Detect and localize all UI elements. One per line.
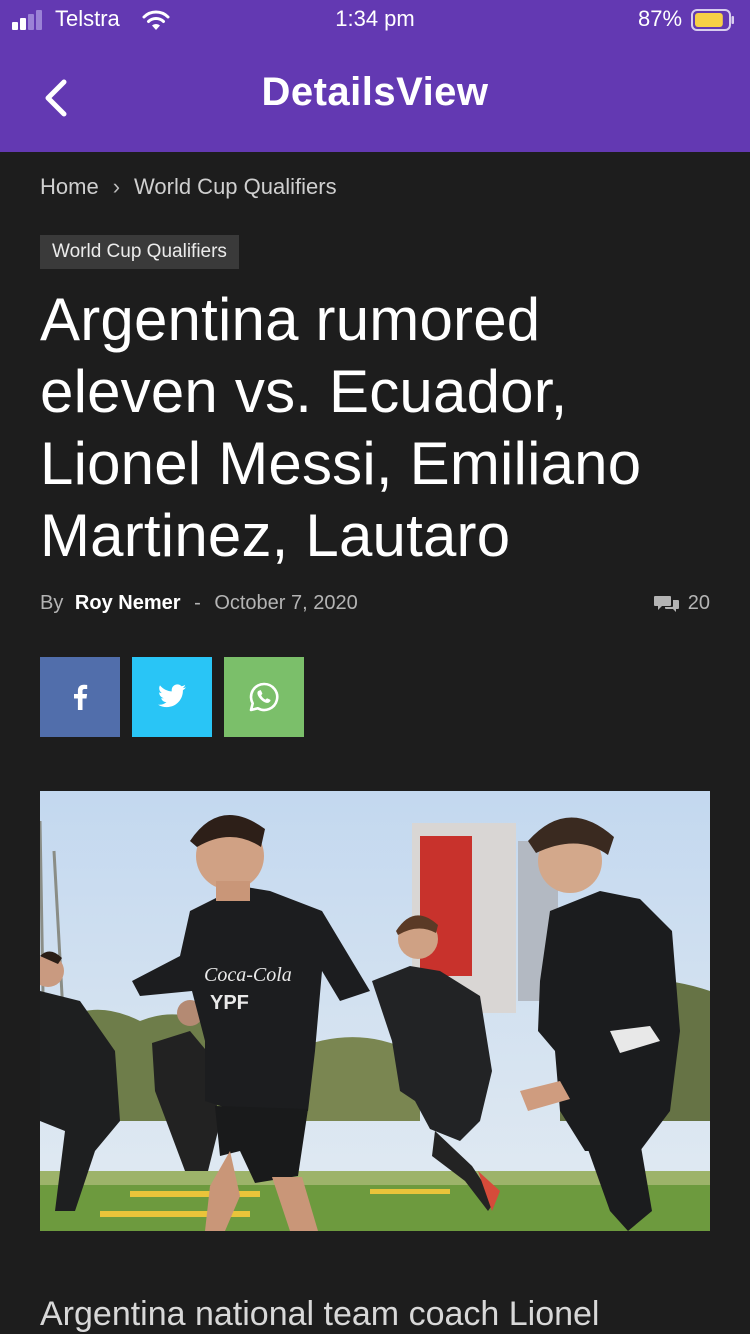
breadcrumb-separator: › [112,174,121,199]
breadcrumb: Home › World Cup Qualifiers [40,174,337,200]
article-image: Coca-Cola YPF [40,791,710,1231]
publish-date: October 7, 2020 [214,592,358,614]
battery-percent: 87% [638,6,683,31]
shirt-sponsor-text: YPF [210,992,249,1014]
facebook-icon [74,684,88,710]
shirt-sponsor-text: Coca-Cola [204,964,292,986]
article-title: Argentina rumored eleven vs. Ecuador, Li… [40,286,642,569]
share-facebook-button[interactable] [40,657,120,737]
breadcrumb-home-link[interactable]: Home [40,174,99,199]
category-badge[interactable]: World Cup Qualifiers [40,235,239,269]
author-link[interactable]: Roy Nemer [75,592,181,614]
meta-separator: - [194,592,201,614]
comment-count: 20 [687,592,710,614]
article-meta: By Roy Nemer - October 7, 2020 20 [40,592,710,620]
twitter-icon [158,684,186,708]
page-title: DetailsView [261,70,489,114]
share-whatsapp-button[interactable] [224,657,304,737]
share-twitter-button[interactable] [132,657,212,737]
comments-link[interactable]: 20 [653,592,710,615]
navigation-bar: DetailsView [0,40,750,152]
article-photo: Coca-Cola YPF [40,791,710,1231]
breadcrumb-category-link[interactable]: World Cup Qualifiers [134,174,337,199]
whatsapp-icon [249,682,279,712]
article-lead-text: Argentina national team coach Lionel [40,1295,600,1333]
battery-icon [691,9,734,31]
byline-label: By [40,592,64,614]
status-bar: Telstra 1:34 pm 87% [0,0,750,40]
comments-icon [653,595,679,612]
app-header: Telstra 1:34 pm 87% DetailsView [0,0,750,152]
